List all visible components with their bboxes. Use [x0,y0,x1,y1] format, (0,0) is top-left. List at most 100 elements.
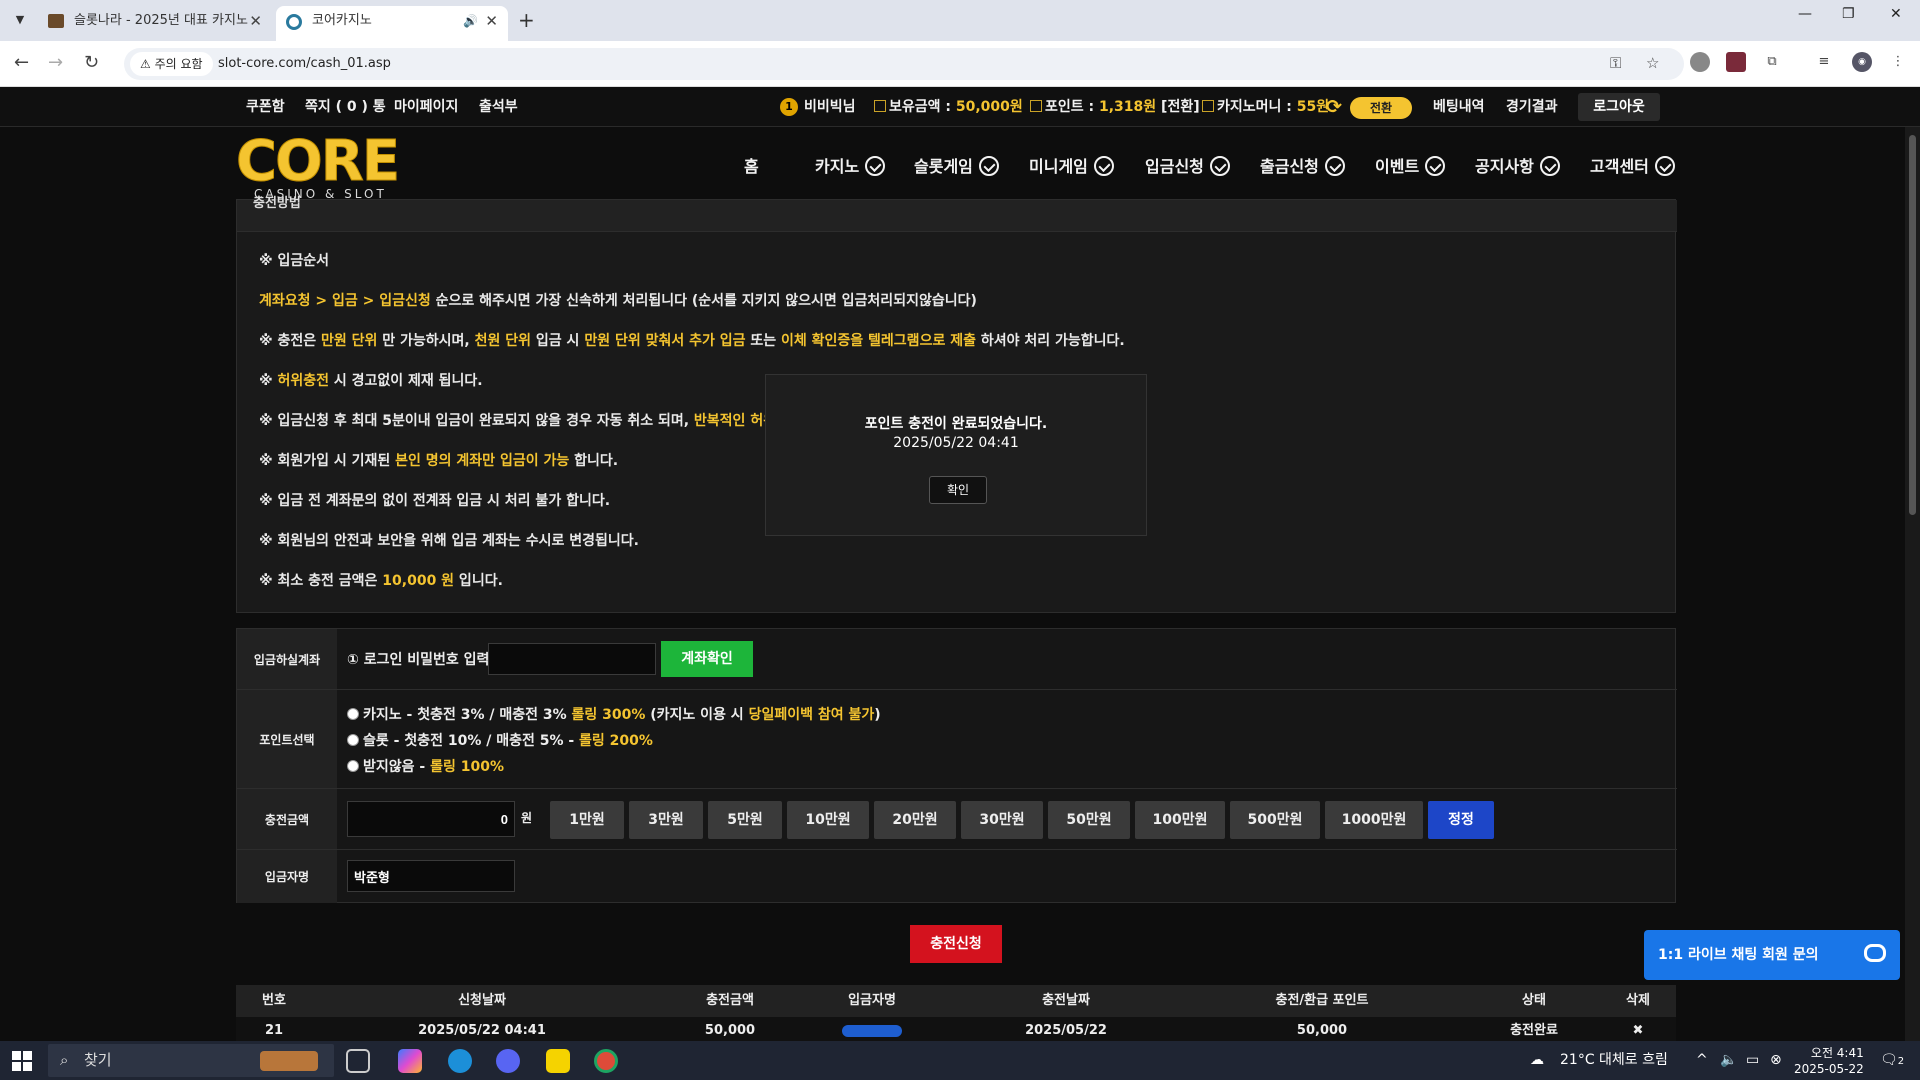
bookmark-star-icon[interactable]: ☆ [1646,54,1659,72]
weather-text[interactable]: 21°C 대체로 흐림 [1560,1041,1668,1080]
tray-chevron-icon[interactable]: ^ [1696,1041,1708,1080]
reload-icon[interactable]: ↻ [84,52,99,73]
depositor-input[interactable] [347,860,515,892]
mypage-link[interactable]: 마이페이지 [394,87,458,127]
window-close-icon[interactable]: ✕ [1890,6,1902,22]
radio-button[interactable] [347,708,359,720]
nav-deposit[interactable]: 입금신청 [1145,127,1230,207]
account-check-button[interactable]: 계좌확인 [661,641,753,677]
nav-notice[interactable]: 공지사항 [1475,127,1560,207]
core-logo[interactable]: CORE CASINO & SLOT [236,133,401,201]
password-prompt: ① 로그인 비밀번호 입력 [347,652,490,668]
nav-support[interactable]: 고객센터 [1590,127,1675,207]
amount-100man-button[interactable]: 100만원 [1135,801,1225,839]
amount-input[interactable] [347,801,515,837]
nav-label: 출금신청 [1260,157,1319,176]
security-warning-chip[interactable]: ⚠ 주의 요함 [130,52,213,76]
password-input[interactable] [488,643,656,675]
password-key-icon[interactable]: ⚿ [1610,54,1621,72]
tab-close-icon[interactable]: ✕ [249,6,262,36]
amount-30man-button[interactable]: 30만원 [961,801,1043,839]
browser-tab-slotnara[interactable]: 슬롯나라 - 2025년 대표 카지노 ✕ [38,6,272,41]
restore-icon[interactable]: ❐ [1842,6,1855,22]
url-text[interactable]: slot-core.com/cash_01.asp [218,48,391,80]
taskbar-search[interactable]: ⌕ 찾기 [48,1044,334,1077]
notice-line: ※ 허위충전 시 경고없이 제재 됩니다. [259,370,483,390]
amount-50man-button[interactable]: 50만원 [1048,801,1130,839]
messages-link[interactable]: 쪽지 ( 0 ) 통 [305,87,386,127]
tab-list-chevron-icon[interactable]: ▼ [8,8,32,32]
nav-casino[interactable]: 카지노 [815,127,886,207]
edge-icon[interactable] [448,1049,472,1073]
taskbar-clock[interactable]: 오전 4:41 2025-05-22 [1794,1045,1864,1077]
kakaotalk-icon[interactable] [546,1049,570,1073]
convert-button[interactable]: 전환 [1350,97,1412,119]
casino-money-info: 카지노머니 : 55원 [1202,87,1329,127]
extension-icon[interactable] [1690,52,1710,72]
puzzle-icon[interactable]: ⧉ [1762,52,1782,72]
nav-withdraw[interactable]: 출금신청 [1260,127,1345,207]
amount-500man-button[interactable]: 500만원 [1230,801,1320,839]
weather-icon[interactable]: ☁ [1530,1041,1544,1080]
nav-minigame[interactable]: 미니게임 [1029,127,1114,207]
media-control-icon[interactable]: ≡ [1814,52,1834,72]
volume-icon[interactable]: 🔈 [1720,1041,1737,1080]
chevron-circle-icon [1425,156,1446,176]
attendance-link[interactable]: 출석부 [479,87,518,127]
live-chat-button[interactable]: 1:1 라이브 채팅 회원 문의 [1644,930,1900,980]
notice-line: ※ 회원님의 안전과 보안을 위해 입금 계좌는 수시로 변경됩니다. [259,533,639,549]
amount-5man-button[interactable]: 5만원 [708,801,782,839]
amount-3man-button[interactable]: 3만원 [629,801,703,839]
dialog-ok-button[interactable]: 확인 [929,476,987,504]
copilot-icon[interactable] [398,1049,422,1073]
amount-20man-button[interactable]: 20만원 [874,801,956,839]
tab-close-icon[interactable]: ✕ [485,6,498,36]
amount-1000man-button[interactable]: 1000만원 [1325,801,1423,839]
option-text: 받지않음 - [363,759,431,775]
task-view-icon[interactable] [346,1049,370,1073]
notice-highlight: 본인 명의 계좌만 입금이 가능 [395,453,570,469]
nav-label: 이벤트 [1375,157,1420,176]
new-tab-plus-icon[interactable]: + [518,8,535,32]
point-convert-link[interactable]: [전환] [1161,99,1200,115]
coupon-link[interactable]: 쿠폰함 [246,87,285,127]
charge-submit-button[interactable]: 충전신청 [910,925,1002,963]
user-level-icon: 1 [780,98,798,116]
omnibox[interactable]: ⚠ 주의 요함 slot-core.com/cash_01.asp ⚿ ☆ [124,48,1684,80]
network-icon[interactable]: ▭ [1746,1041,1759,1080]
bet-history-link[interactable]: 베팅내역 [1433,87,1485,127]
nav-event[interactable]: 이벤트 [1375,127,1446,207]
game-results-link[interactable]: 경기결과 [1506,87,1558,127]
speaker-icon[interactable]: 🔊 [463,6,478,36]
radio-button[interactable] [347,760,359,772]
point-option-casino[interactable]: 카지노 - 첫충전 3% / 매충전 3% 롤링 300% (카지노 이용 시 … [347,704,881,724]
minimize-icon[interactable]: — [1798,6,1812,22]
point-option-none[interactable]: 받지않음 - 롤링 100% [347,756,504,776]
amount-reset-button[interactable]: 정정 [1428,801,1494,839]
logout-button[interactable]: 로그아웃 [1578,93,1660,121]
nav-slots[interactable]: 슬롯게임 [914,127,999,207]
page-scrollbar[interactable] [1905,127,1920,1041]
nav-home[interactable]: 홈 [744,127,759,207]
extension-icon[interactable] [1726,52,1746,72]
amount-10man-button[interactable]: 10만원 [787,801,869,839]
refresh-icon[interactable]: ⟳ [1326,96,1342,118]
discord-icon[interactable] [496,1049,520,1073]
point-option-slot[interactable]: 슬롯 - 첫충전 10% / 매충전 5% - 롤링 200% [347,730,653,750]
notification-icon[interactable]: 🗨2 [1880,1041,1904,1080]
profile-avatar-icon[interactable]: ◉ [1852,52,1872,72]
amount-1man-button[interactable]: 1만원 [550,801,624,839]
windows-start-icon[interactable] [12,1051,32,1071]
radio-button[interactable] [347,734,359,746]
notice-text: ※ 입금신청 후 최대 5분이내 입금이 완료되지 않을 경우 자동 취소 되며… [259,413,694,429]
chrome-icon[interactable] [594,1049,618,1073]
notice-text: ※ 회원가입 시 기재된 [259,453,396,469]
browser-menu-icon[interactable]: ⋮ [1888,52,1908,72]
scrollbar-thumb[interactable] [1909,135,1916,515]
point-label: 포인트 : [1045,99,1095,115]
back-arrow-icon[interactable]: ← [14,52,29,73]
forward-arrow-icon[interactable]: → [48,52,63,73]
browser-tab-corecasino[interactable]: 코어카지노 🔊 ✕ [276,6,508,41]
nav-label: 카지노 [815,157,860,176]
status-icon[interactable]: ⊗ [1770,1041,1782,1080]
